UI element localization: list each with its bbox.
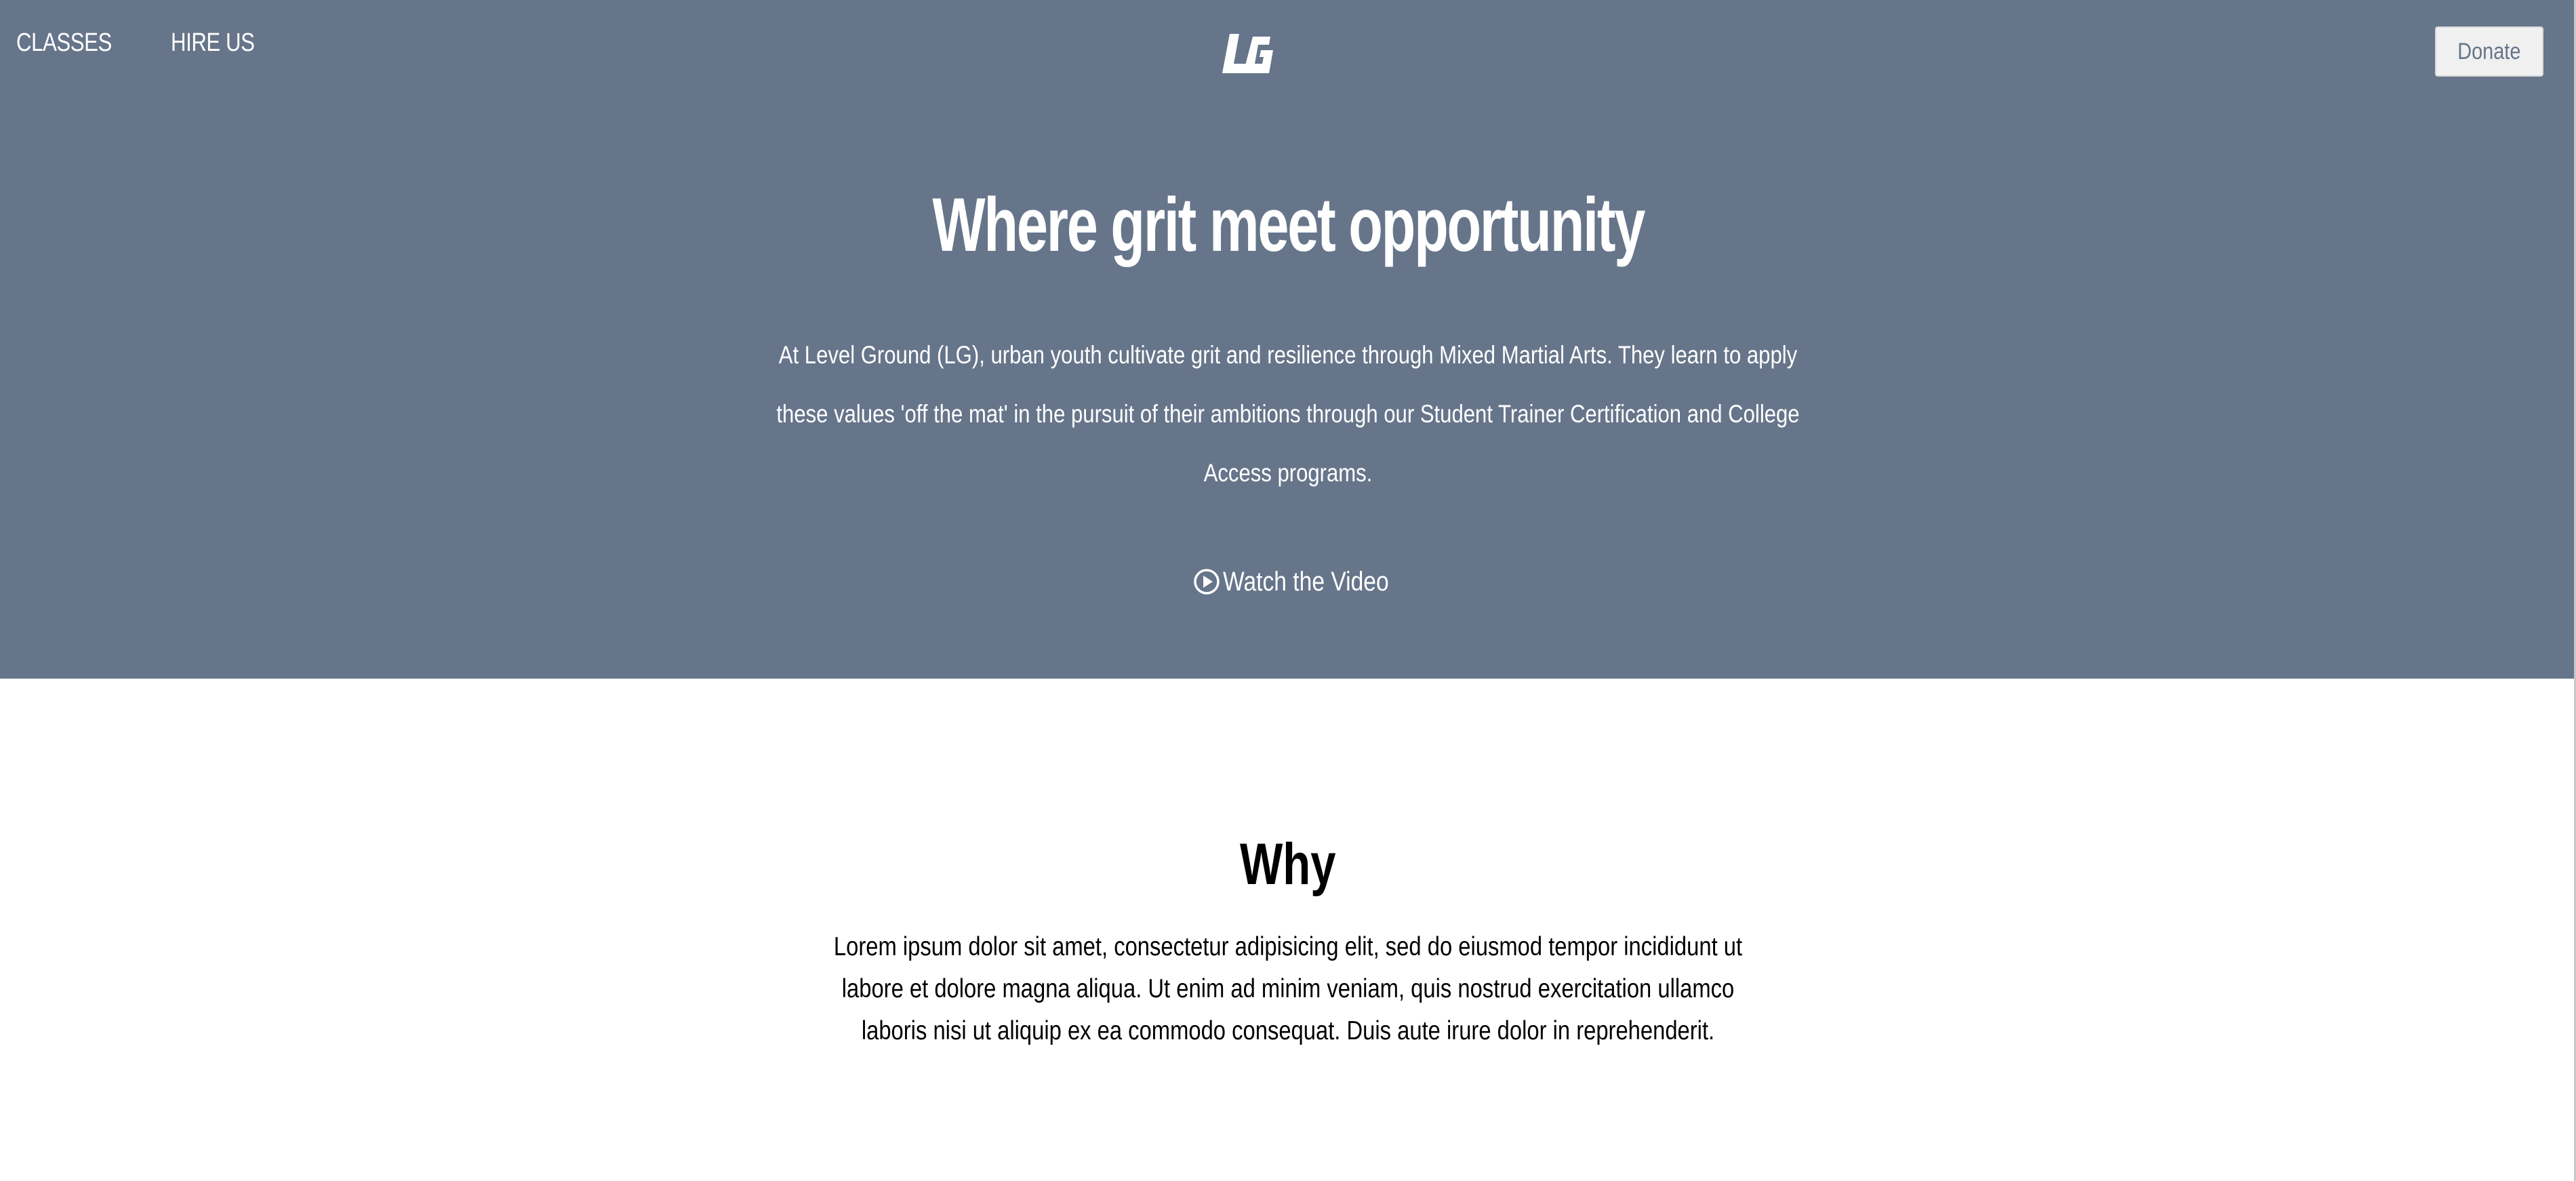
why-title-text: Why (1240, 832, 1336, 897)
nav-link-hire-us[interactable]: HIRE US (171, 28, 255, 58)
main-nav: CLASSES HIRE US (16, 28, 273, 58)
lg-logo-icon[interactable] (1220, 31, 1273, 79)
why-title: Why (1017, 824, 1559, 905)
hero-section: CLASSES HIRE US Donate Where grit meet o… (0, 0, 2576, 679)
nav-link-classes[interactable]: CLASSES (16, 28, 112, 58)
donate-button[interactable]: Donate (2435, 26, 2543, 77)
why-description-text: Lorem ipsum dolor sit amet, consectetur … (833, 932, 1743, 1045)
hero-description-text: At Level Ground (LG), urban youth cultiv… (776, 341, 1800, 487)
hero-title: Where grit meet opportunity (610, 178, 1966, 273)
play-circle-icon (1194, 569, 1220, 595)
hero-title-text: Where grit meet opportunity (932, 182, 1645, 267)
hero-description: At Level Ground (LG), urban youth cultiv… (678, 325, 1898, 502)
donate-button-label: Donate (2457, 38, 2521, 64)
watch-video-label: Watch the Video (1223, 566, 1389, 597)
watch-video-link[interactable]: Watch the Video (1193, 561, 1420, 602)
lg-logo-svg (1222, 34, 1273, 73)
why-description: Lorem ipsum dolor sit amet, consectetur … (746, 926, 1830, 1052)
